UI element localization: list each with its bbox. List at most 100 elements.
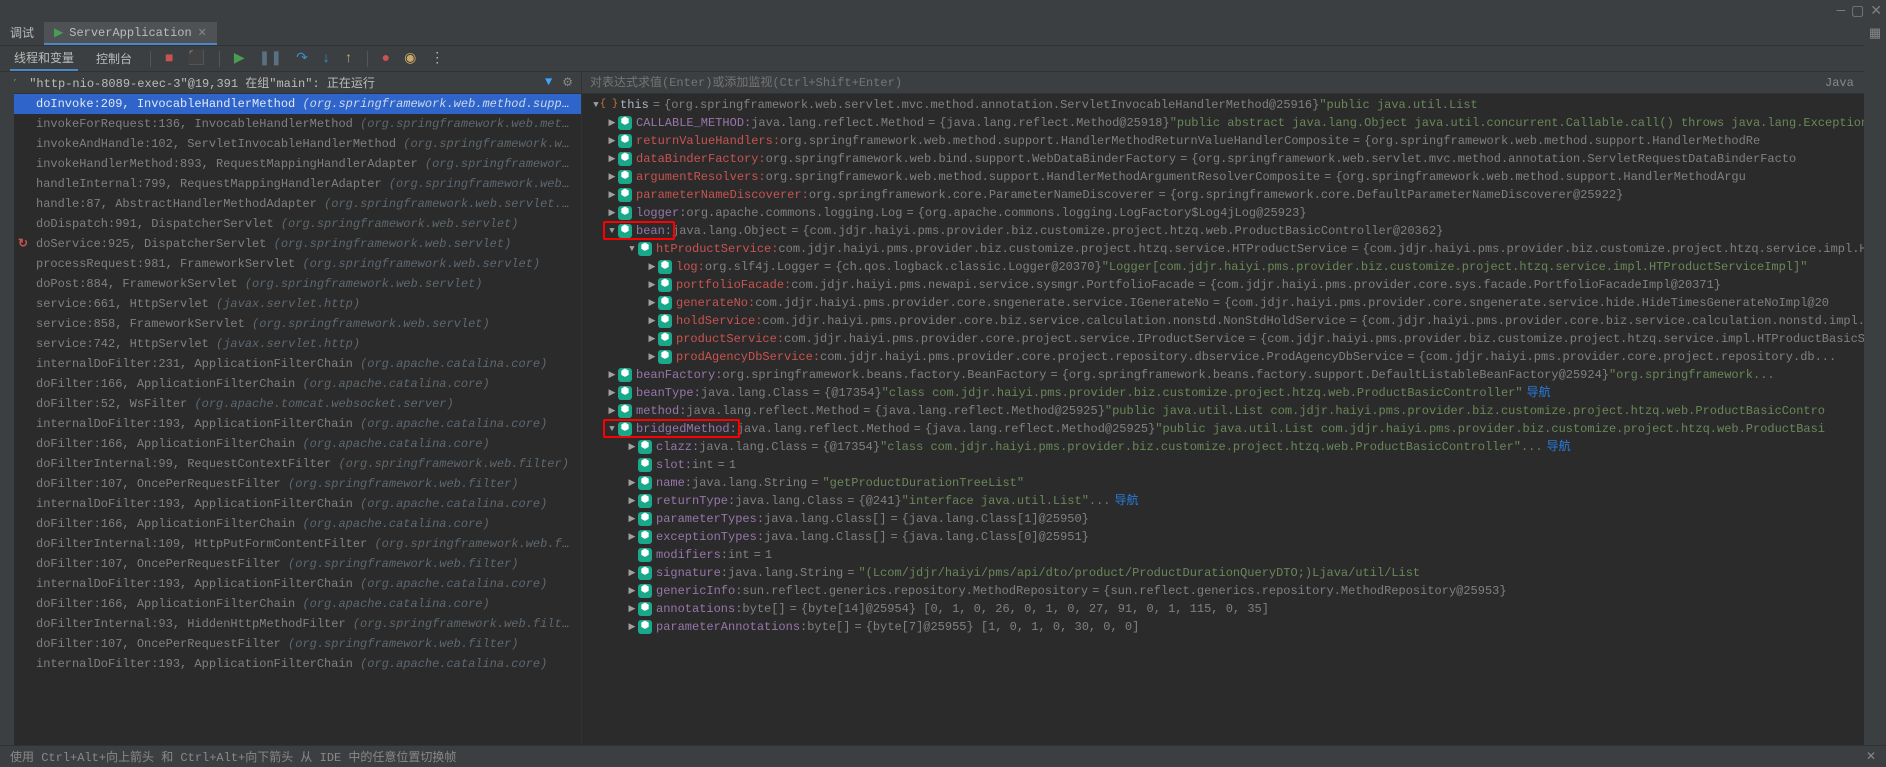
minimize-icon[interactable]: — <box>1837 3 1845 19</box>
var-node[interactable]: ⬢portfolioFacade: com.jdjr.haiyi.pms.new… <box>582 276 1886 294</box>
var-node[interactable]: ⬢bridgedMethod: java.lang.reflect.Method… <box>582 420 1886 438</box>
filter-icon[interactable]: ▼ <box>545 75 552 90</box>
expand-arrow-icon[interactable] <box>606 385 618 401</box>
var-node[interactable]: ⬢parameterNameDiscoverer: org.springfram… <box>582 186 1886 204</box>
expand-arrow-icon[interactable] <box>626 619 638 635</box>
stack-frame[interactable]: doService:925, DispatcherServlet (org.sp… <box>0 234 581 254</box>
stack-frame[interactable]: invokeForRequest:136, InvocableHandlerMe… <box>0 114 581 134</box>
expand-arrow-icon[interactable] <box>626 493 638 509</box>
expand-arrow-icon[interactable] <box>626 583 638 599</box>
subtab-vars[interactable]: 线程和变量 <box>10 46 78 71</box>
stack-frame[interactable]: doFilter:107, OncePerRequestFilter (org.… <box>0 554 581 574</box>
expand-arrow-icon[interactable] <box>606 403 618 419</box>
expand-arrow-icon[interactable] <box>626 241 638 257</box>
var-node[interactable]: ⬢log: org.slf4j.Logger = {ch.qos.logback… <box>582 258 1886 276</box>
layout-icon[interactable]: ▦ <box>1869 26 1881 41</box>
stack-frame[interactable]: doFilter:166, ApplicationFilterChain (or… <box>0 374 581 394</box>
var-node[interactable]: ⬢htProductService: com.jdjr.haiyi.pms.pr… <box>582 240 1886 258</box>
var-node[interactable]: ⬢exceptionTypes: java.lang.Class[] = {ja… <box>582 528 1886 546</box>
stack-frame[interactable]: service:661, HttpServlet (javax.servlet.… <box>0 294 581 314</box>
var-node[interactable]: ⬢productService: com.jdjr.haiyi.pms.prov… <box>582 330 1886 348</box>
stack-frame[interactable]: doFilter:107, OncePerRequestFilter (org.… <box>0 634 581 654</box>
var-node[interactable]: ⬢holdService: com.jdjr.haiyi.pms.provide… <box>582 312 1886 330</box>
close-icon[interactable]: ✕ <box>1870 3 1882 20</box>
tab-debug[interactable]: 调试 <box>0 21 44 46</box>
stack-frame[interactable]: doFilterInternal:109, HttpPutFormContent… <box>0 534 581 554</box>
stack-frame[interactable]: doPost:884, FrameworkServlet (org.spring… <box>0 274 581 294</box>
expand-arrow-icon[interactable] <box>626 475 638 491</box>
stack-frame[interactable]: doFilterInternal:93, HiddenHttpMethodFil… <box>0 614 581 634</box>
expand-arrow-icon[interactable] <box>606 169 618 185</box>
resume-button[interactable]: ▶ <box>234 50 245 67</box>
navigate-link[interactable]: 导航 <box>1115 493 1139 509</box>
mute-breakpoints-button[interactable]: ◉ <box>404 50 416 67</box>
gear-icon[interactable]: ⚙ <box>562 75 573 90</box>
var-node[interactable]: ⬢slot: int = 1 <box>582 456 1886 474</box>
expand-arrow-icon[interactable] <box>626 529 638 545</box>
var-node[interactable]: ⬢signature: java.lang.String = "(Lcom/jd… <box>582 564 1886 582</box>
stack-frame[interactable]: doFilterInternal:99, RequestContextFilte… <box>0 454 581 474</box>
var-node[interactable]: ⬢name: java.lang.String = "getProductDur… <box>582 474 1886 492</box>
var-node[interactable]: ⬢method: java.lang.reflect.Method = {jav… <box>582 402 1886 420</box>
step-out-button[interactable]: ↑ <box>344 51 352 67</box>
stack-frame[interactable]: doInvoke:209, InvocableHandlerMethod (or… <box>0 94 581 114</box>
var-node[interactable]: ⬢returnType: java.lang.Class = {@241} "i… <box>582 492 1886 510</box>
stack-frame[interactable]: invokeHandlerMethod:893, RequestMappingH… <box>0 154 581 174</box>
expand-arrow-icon[interactable] <box>646 259 658 275</box>
expand-arrow-icon[interactable] <box>606 151 618 167</box>
stack-frame[interactable]: invokeAndHandle:102, ServletInvocableHan… <box>0 134 581 154</box>
stack-frame[interactable]: doFilter:166, ApplicationFilterChain (or… <box>0 434 581 454</box>
var-node[interactable]: ⬢dataBinderFactory: org.springframework.… <box>582 150 1886 168</box>
variables-tree[interactable]: { }this = {org.springframework.web.servl… <box>582 94 1886 745</box>
stack-frame[interactable]: service:742, HttpServlet (javax.servlet.… <box>0 334 581 354</box>
var-node[interactable]: ⬢modifiers: int = 1 <box>582 546 1886 564</box>
var-node[interactable]: ⬢beanType: java.lang.Class = {@17354} "c… <box>582 384 1886 402</box>
expand-arrow-icon[interactable] <box>606 187 618 203</box>
stack-frame[interactable]: handle:87, AbstractHandlerMethodAdapter … <box>0 194 581 214</box>
var-node[interactable]: ⬢CALLABLE_METHOD: java.lang.reflect.Meth… <box>582 114 1886 132</box>
stack-frame[interactable]: internalDoFilter:193, ApplicationFilterC… <box>0 414 581 434</box>
thread-label[interactable]: "http-nio-8089-exec-3"@19,391 在组"main": … <box>29 74 375 91</box>
expand-arrow-icon[interactable] <box>626 511 638 527</box>
expand-arrow-icon[interactable] <box>606 421 618 437</box>
pause-button[interactable]: ❚❚ <box>259 50 282 67</box>
subtab-console[interactable]: 控制台 <box>92 47 136 70</box>
expand-arrow-icon[interactable] <box>606 115 618 131</box>
expand-arrow-icon[interactable] <box>606 133 618 149</box>
expand-arrow-icon[interactable] <box>626 601 638 617</box>
expand-arrow-icon[interactable] <box>646 277 658 293</box>
stack-frame[interactable]: handleInternal:799, RequestMappingHandle… <box>0 174 581 194</box>
more-button[interactable]: ⋮ <box>430 50 444 67</box>
status-close-icon[interactable]: ✕ <box>1866 749 1876 764</box>
expand-arrow-icon[interactable] <box>646 331 658 347</box>
stack-frame[interactable]: doDispatch:991, DispatcherServlet (org.s… <box>0 214 581 234</box>
var-node[interactable]: ⬢argumentResolvers: org.springframework.… <box>582 168 1886 186</box>
tab-server[interactable]: ▶ ServerApplication ✕ <box>44 22 217 45</box>
expand-arrow-icon[interactable] <box>626 565 638 581</box>
tab-close-icon[interactable]: ✕ <box>198 26 207 40</box>
step-into-button[interactable]: ↓ <box>322 51 330 67</box>
expand-arrow-icon[interactable] <box>606 205 618 221</box>
var-node[interactable]: ⬢returnValueHandlers: org.springframewor… <box>582 132 1886 150</box>
stack-frame[interactable]: internalDoFilter:193, ApplicationFilterC… <box>0 654 581 674</box>
var-node[interactable]: ⬢parameterTypes: java.lang.Class[] = {ja… <box>582 510 1886 528</box>
view-breakpoints-button[interactable]: ● <box>382 51 390 67</box>
var-node[interactable]: ⬢logger: org.apache.commons.logging.Log … <box>582 204 1886 222</box>
navigate-link[interactable]: 导航 <box>1527 385 1551 401</box>
var-node[interactable]: ⬢parameterAnnotations: byte[] = {byte[7]… <box>582 618 1886 636</box>
maximize-icon[interactable]: ▢ <box>1851 3 1864 20</box>
expand-arrow-icon[interactable] <box>646 313 658 329</box>
expand-arrow-icon[interactable] <box>646 349 658 365</box>
stop-button[interactable]: ■ <box>165 51 173 67</box>
stack-frame[interactable]: doFilter:166, ApplicationFilterChain (or… <box>0 514 581 534</box>
stack-frames-list[interactable]: doInvoke:209, InvocableHandlerMethod (or… <box>0 94 581 745</box>
stack-frame[interactable]: doFilter:107, OncePerRequestFilter (org.… <box>0 474 581 494</box>
stack-frame[interactable]: processRequest:981, FrameworkServlet (or… <box>0 254 581 274</box>
var-node[interactable]: ⬢generateNo: com.jdjr.haiyi.pms.provider… <box>582 294 1886 312</box>
stack-frame[interactable]: service:858, FrameworkServlet (org.sprin… <box>0 314 581 334</box>
evaluate-input[interactable] <box>590 76 1825 90</box>
stack-frame[interactable]: doFilter:166, ApplicationFilterChain (or… <box>0 594 581 614</box>
var-node[interactable]: ⬢annotations: byte[] = {byte[14]@25954} … <box>582 600 1886 618</box>
var-node[interactable]: ⬢clazz: java.lang.Class = {@17354} "clas… <box>582 438 1886 456</box>
expand-arrow-icon[interactable] <box>626 439 638 455</box>
